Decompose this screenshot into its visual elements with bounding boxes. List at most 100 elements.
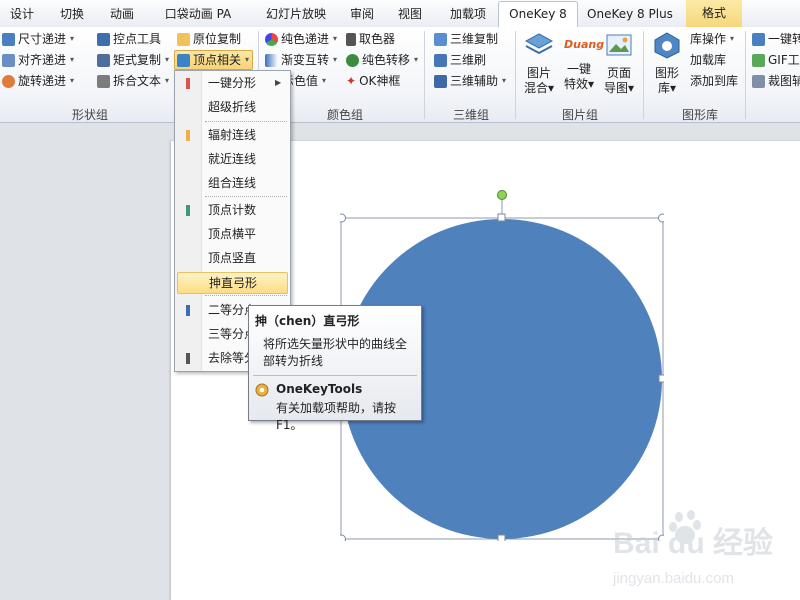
handle-tool-button[interactable]: 控点工具 — [97, 29, 161, 49]
group-separator — [424, 31, 425, 119]
tab-format[interactable]: 格式 — [686, 0, 742, 27]
resize-handle-top-left[interactable] — [340, 213, 346, 223]
ribbon: 尺寸递进 ▾ 对齐递进 ▾ 旋转递进 ▾ 控点工具 矩式复制 ▾ 拆合文本 ▾ 原位复制 … — [0, 27, 800, 123]
teal-marker-icon — [186, 205, 190, 216]
resize-handle-bottom[interactable] — [497, 534, 506, 541]
svg-text:Bai du 经验: Bai du 经验 — [613, 526, 773, 560]
align-progression-button[interactable]: 对齐递进 ▾ — [2, 50, 74, 70]
split-merge-text-button[interactable]: 拆合文本 ▾ — [97, 71, 169, 91]
copy-icon — [177, 32, 190, 46]
tab-addins[interactable]: 加载项 — [444, 4, 492, 25]
menu-item-straighten-arc[interactable]: 抻直弓形 — [177, 272, 288, 294]
rotate-icon — [2, 74, 15, 88]
blue-marker-icon — [186, 305, 190, 316]
menu-item-vertex-vertical[interactable]: 顶点竖直 — [175, 247, 290, 269]
tab-pocket-animation[interactable]: 口袋动画 PA — [160, 4, 236, 25]
3d-brush-icon — [434, 53, 447, 67]
color-group-label: 颜色组 — [326, 108, 363, 122]
menu-separator — [205, 196, 287, 197]
gif-tool-button[interactable]: GIF工 — [752, 50, 800, 70]
image-blend-button[interactable]: 图片 混合▾ — [520, 31, 558, 96]
3d-brush-button[interactable]: 三维刷 — [434, 50, 486, 70]
tab-view[interactable]: 视图 — [392, 4, 428, 25]
tab-slideshow[interactable]: 幻灯片放映 — [260, 4, 332, 25]
tab-design[interactable]: 设计 — [2, 4, 42, 25]
tooltip-help-text: 有关加载项帮助，请按 F1。 — [276, 401, 397, 432]
menu-item-nearest-connect[interactable]: 就近连线 — [175, 148, 290, 170]
group-separator — [745, 31, 746, 119]
menu-item-vertex-count[interactable]: 顶点计数 — [175, 199, 290, 221]
3d-copy-button[interactable]: 三维复制 — [434, 29, 498, 49]
menu-item-group-connect[interactable]: 组合连线 — [175, 172, 290, 194]
size-icon — [2, 32, 15, 46]
convert-icon — [752, 32, 765, 46]
tooltip-title: 抻（chen）直弓形 — [255, 314, 360, 328]
library-group-label: 图形库 — [681, 108, 718, 122]
text-icon — [97, 74, 110, 88]
picture-icon — [606, 34, 632, 56]
resize-handle-top[interactable] — [497, 213, 506, 222]
tooltip-divider — [253, 375, 417, 376]
add-to-library-button[interactable]: 添加到库 — [690, 71, 738, 91]
tooltip-description: 将所选矢量形状中的曲线全部转为折线 — [263, 337, 408, 368]
tab-review[interactable]: 审阅 — [344, 4, 380, 25]
submenu-arrow-icon: ▶ — [275, 78, 282, 87]
command-tooltip: 抻（chen）直弓形 将所选矢量形状中的曲线全部转为折线 OneKeyTools… — [248, 305, 422, 432]
layers-icon — [524, 33, 554, 55]
menu-item-vertex-horizontal[interactable]: 顶点横平 — [175, 223, 290, 245]
page-map-button[interactable]: 页面 导图▾ — [600, 31, 638, 96]
ok-frame-button[interactable]: ✦ OK神框 — [346, 71, 400, 91]
duang-icon: Duang — [564, 38, 605, 51]
hexagon-icon — [654, 32, 680, 59]
addin-gear-icon — [255, 383, 269, 397]
matrix-copy-button[interactable]: 矩式复制 ▾ — [97, 50, 169, 70]
solid-color-transfer-button[interactable]: 纯色转移 ▾ — [346, 50, 418, 70]
tab-onekey8[interactable]: OneKey 8 — [498, 1, 578, 28]
resize-handle-bottom-left[interactable] — [340, 534, 346, 541]
vertex-icon — [177, 53, 190, 67]
menu-item-radial-connect[interactable]: 辐射连线 — [175, 124, 290, 146]
group-separator — [515, 31, 516, 119]
3d-group-label: 三维组 — [452, 108, 489, 122]
3d-assist-button[interactable]: 三维辅助 ▾ — [434, 71, 506, 91]
tab-animations[interactable]: 动画 — [102, 4, 142, 25]
transfer-icon — [346, 53, 359, 67]
size-progression-button[interactable]: 尺寸递进 ▾ — [2, 29, 74, 49]
red-marker-icon — [186, 78, 190, 89]
menu-separator — [205, 295, 287, 296]
menu-item-one-key-fractal[interactable]: 一键分形 ▶ — [175, 72, 290, 94]
load-library-button[interactable]: 加载库 — [690, 50, 726, 70]
one-click-effect-button[interactable]: Duang 一键 特效▾ — [560, 31, 605, 92]
group-separator — [643, 31, 644, 119]
inplace-copy-button[interactable]: 原位复制 — [177, 29, 241, 49]
solid-color-progression-button[interactable]: 纯色递进 ▾ — [265, 29, 337, 49]
rotation-handle[interactable] — [497, 190, 507, 200]
shape-group-label: 形状组 — [71, 108, 108, 122]
gradient-icon — [265, 53, 278, 67]
svg-text:jingyan.baidu.com: jingyan.baidu.com — [612, 570, 734, 587]
one-click-convert-button[interactable]: 一键转 — [752, 29, 800, 49]
crop-assist-button[interactable]: 裁图辅 — [752, 71, 800, 91]
matrix-icon — [97, 53, 110, 67]
tab-transitions[interactable]: 切换 — [52, 4, 92, 25]
menu-item-super-polyline[interactable]: 超级折线 — [175, 96, 290, 118]
ribbon-tab-bar: 设计 切换 动画 口袋动画 PA 幻灯片放映 审阅 视图 加载项 OneKey … — [0, 0, 800, 28]
resize-handle-right[interactable] — [658, 374, 664, 383]
crop-icon — [752, 74, 765, 88]
shape-library-button[interactable]: 图形 库▾ — [648, 31, 686, 96]
gray-marker-icon — [186, 353, 190, 364]
gradient-convert-button[interactable]: 渐变互转 ▾ — [265, 50, 337, 70]
tab-onekey8-plus[interactable]: OneKey 8 Plus — [582, 4, 678, 25]
3d-assist-icon — [434, 74, 447, 88]
resize-handle-top-right[interactable] — [658, 213, 665, 223]
color-picker-button[interactable]: 取色器 — [346, 29, 395, 49]
menu-separator — [205, 121, 287, 122]
ok-frame-icon: ✦ — [346, 74, 357, 88]
3d-copy-icon — [434, 32, 447, 46]
align-icon — [2, 53, 15, 67]
vertex-related-button[interactable]: 顶点相关 ▾ — [174, 50, 254, 70]
handle-icon — [97, 32, 110, 46]
library-operation-button[interactable]: 库操作 ▾ — [690, 29, 734, 49]
rotate-progression-button[interactable]: 旋转递进 ▾ — [2, 71, 74, 91]
image-group-label: 图片组 — [561, 108, 598, 122]
